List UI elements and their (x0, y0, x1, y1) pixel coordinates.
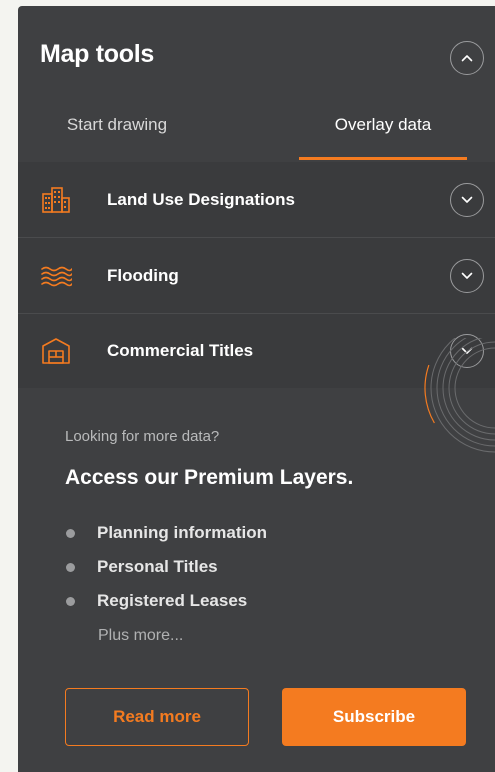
read-more-button[interactable]: Read more (65, 688, 249, 746)
map-tools-panel: Map tools Start drawing Overlay data Lan… (18, 6, 495, 772)
premium-feature-list: Planning information Personal Titles Reg… (65, 516, 267, 618)
bullet-icon (66, 562, 75, 572)
subscribe-button[interactable]: Subscribe (282, 688, 466, 746)
layer-label: Commercial Titles (107, 341, 254, 360)
feature-label: Registered Leases (97, 591, 248, 610)
panel-header: Map tools (18, 6, 495, 92)
layer-label: Flooding (107, 265, 179, 285)
tab-label: Overlay data (334, 115, 432, 134)
list-item: Registered Leases (65, 584, 267, 618)
bullet-icon (66, 596, 75, 606)
bullet-icon (66, 528, 75, 538)
decorative-rings (424, 338, 495, 459)
premium-promo: Looking for more data? Access our Premiu… (18, 338, 495, 768)
waves-icon (41, 266, 72, 286)
premium-headline: Access our Premium Layers. (65, 466, 354, 489)
active-tab-indicator (299, 157, 467, 160)
tab-label: Start drawing (66, 115, 168, 134)
plus-more-text: Plus more... (98, 627, 184, 644)
tab-bar: Start drawing Overlay data (18, 92, 495, 162)
tab-overlay-data[interactable]: Overlay data (299, 92, 467, 162)
buildings-icon (42, 186, 70, 213)
feature-label: Planning information (97, 523, 267, 542)
feature-label: Personal Titles (97, 557, 218, 576)
chevron-down-icon (461, 196, 473, 203)
premium-eyebrow: Looking for more data? (65, 428, 220, 445)
chevron-down-icon (461, 272, 473, 279)
layer-land-use-designations[interactable]: Land Use Designations (18, 162, 495, 238)
list-item: Planning information (65, 516, 267, 550)
commercial-building-icon (42, 338, 70, 364)
layer-label: Land Use Designations (107, 189, 295, 209)
expand-button[interactable] (450, 258, 484, 293)
expand-button[interactable] (450, 182, 484, 217)
tab-start-drawing[interactable]: Start drawing (52, 92, 182, 162)
chevron-up-icon (461, 55, 473, 62)
collapse-button[interactable] (450, 41, 484, 75)
list-item: Personal Titles (65, 550, 267, 584)
panel-title: Map tools (40, 40, 154, 68)
layer-flooding[interactable]: Flooding (18, 238, 495, 314)
